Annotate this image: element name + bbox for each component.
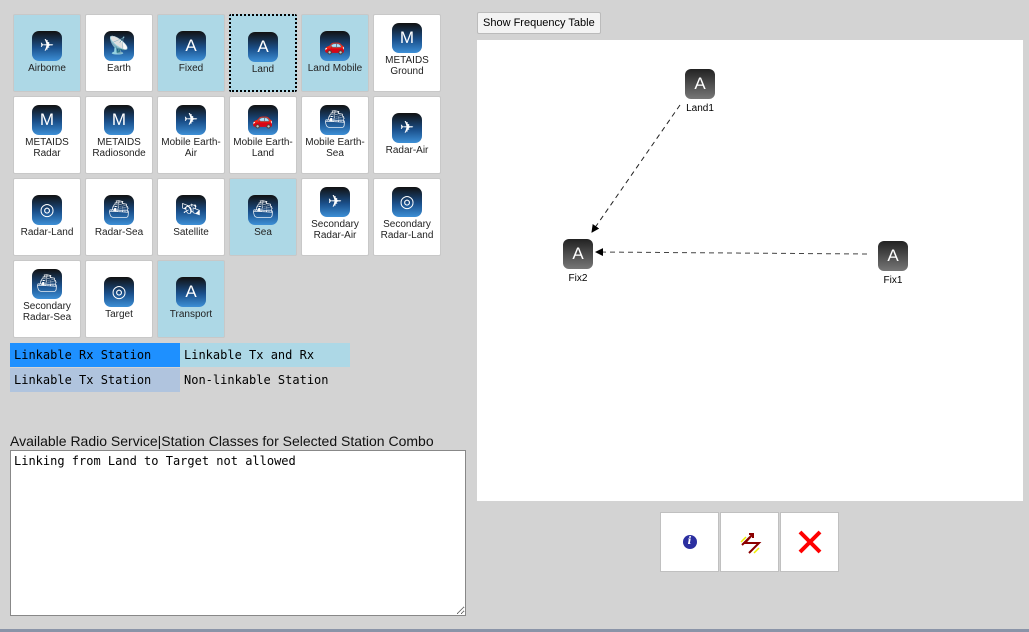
- station-earth[interactable]: 📡 Earth: [85, 14, 153, 92]
- mobile-earth-land-icon: 🚗: [248, 105, 278, 135]
- station-mobile-earth-sea[interactable]: ⛴ Mobile Earth-Sea: [301, 96, 369, 174]
- link-button[interactable]: [720, 512, 779, 572]
- station-label: Sea: [254, 227, 272, 238]
- station-land[interactable]: A Land: [229, 14, 297, 92]
- node-fix2[interactable]: A Fix2: [553, 239, 603, 284]
- secondary-radar-air-icon: ✈: [320, 187, 350, 217]
- station-label: Radar-Land: [20, 227, 74, 238]
- fixed-station-icon: A: [878, 241, 908, 271]
- station-land-mobile[interactable]: 🚗 Land Mobile: [301, 14, 369, 92]
- station-mobile-earth-land[interactable]: 🚗 Mobile Earth-Land: [229, 96, 297, 174]
- secondary-radar-sea-icon: ⛴: [32, 269, 62, 299]
- link-lightning-icon: [739, 533, 761, 554]
- secondary-radar-land-icon: ◎: [392, 187, 422, 217]
- radar-air-icon: ✈: [392, 113, 422, 143]
- station-label: Secondary Radar-Land: [380, 219, 434, 241]
- station-label: Target: [105, 309, 133, 320]
- mobile-earth-sea-icon: ⛴: [320, 105, 350, 135]
- mobile-earth-air-icon: ✈: [176, 105, 206, 135]
- target-icon: ◎: [104, 277, 134, 307]
- legend-linkable-tx: Linkable Tx Station: [10, 368, 180, 392]
- services-textarea[interactable]: Linking from Land to Target not allowed: [10, 450, 466, 616]
- legend-non-linkable: Non-linkable Station: [180, 368, 350, 392]
- station-label: Satellite: [173, 227, 209, 238]
- station-label: Secondary Radar-Air: [311, 219, 359, 241]
- station-label: Mobile Earth-Sea: [305, 137, 365, 159]
- station-metaids-radar[interactable]: M METAIDS Radar: [13, 96, 81, 174]
- metaids-ground-icon: M: [392, 23, 422, 53]
- station-label: Airborne: [28, 63, 66, 74]
- airplane-icon: ✈: [32, 31, 62, 61]
- link-fix1-fix2[interactable]: [595, 248, 868, 257]
- station-transport[interactable]: A Transport: [157, 260, 225, 338]
- land-station-icon: A: [685, 69, 715, 99]
- station-satellite[interactable]: 🛰 Satellite: [157, 178, 225, 256]
- station-label: METAIDS Ground: [385, 55, 429, 77]
- station-label: Mobile Earth-Air: [161, 137, 221, 159]
- station-secondary-radar-land[interactable]: ◎ Secondary Radar-Land: [373, 178, 441, 256]
- station-label: Fixed: [178, 63, 204, 74]
- station-airborne[interactable]: ✈ Airborne: [13, 14, 81, 92]
- station-label: Land: [251, 64, 275, 75]
- station-radar-air[interactable]: ✈ Radar-Air: [373, 96, 441, 174]
- close-icon: [798, 530, 821, 554]
- land-station-icon: A: [248, 32, 278, 62]
- link-land1-fix2[interactable]: [591, 104, 681, 233]
- node-label: Fix1: [883, 275, 903, 286]
- station-label: Earth: [107, 63, 131, 74]
- station-label: Land Mobile: [307, 63, 363, 74]
- show-frequency-table-button[interactable]: Show Frequency Table: [477, 12, 601, 34]
- legend-linkable-tx-rx: Linkable Tx and Rx: [180, 343, 350, 367]
- station-label: Radar-Air: [385, 145, 429, 156]
- station-mobile-earth-air[interactable]: ✈ Mobile Earth-Air: [157, 96, 225, 174]
- station-sea[interactable]: ⛴ Sea: [229, 178, 297, 256]
- satellite-dish-icon: 📡: [104, 31, 134, 61]
- legend-linkable-rx: Linkable Rx Station: [10, 343, 180, 367]
- station-label: METAIDS Radiosonde: [92, 137, 146, 159]
- ship-icon: ⛴: [248, 195, 278, 225]
- node-land1[interactable]: A Land1: [675, 69, 725, 114]
- link-diagram-canvas[interactable]: A Land1 A Fix2 A Fix1: [477, 40, 1023, 501]
- services-label: Available Radio Service|Station Classes …: [10, 433, 434, 449]
- info-button[interactable]: i: [660, 512, 719, 572]
- station-secondary-radar-sea[interactable]: ⛴ Secondary Radar-Sea: [13, 260, 81, 338]
- station-target[interactable]: ◎ Target: [85, 260, 153, 338]
- node-fix1[interactable]: A Fix1: [868, 241, 918, 286]
- radar-sea-icon: ⛴: [104, 195, 134, 225]
- station-metaids-ground[interactable]: M METAIDS Ground: [373, 14, 441, 92]
- metaids-radar-icon: M: [32, 105, 62, 135]
- node-label: Fix2: [568, 273, 588, 284]
- station-label: METAIDS Radar: [25, 137, 69, 159]
- station-secondary-radar-air[interactable]: ✈ Secondary Radar-Air: [301, 178, 369, 256]
- node-label: Land1: [686, 103, 714, 114]
- info-icon: i: [682, 535, 697, 549]
- station-radar-sea[interactable]: ⛴ Radar-Sea: [85, 178, 153, 256]
- station-label: Secondary Radar-Sea: [22, 301, 72, 323]
- station-label: Mobile Earth-Land: [233, 137, 293, 159]
- fixed-station-icon: A: [563, 239, 593, 269]
- delete-button[interactable]: [780, 512, 839, 572]
- transport-icon: A: [176, 277, 206, 307]
- radar-land-icon: ◎: [32, 195, 62, 225]
- car-icon: 🚗: [320, 31, 350, 61]
- station-radar-land[interactable]: ◎ Radar-Land: [13, 178, 81, 256]
- station-label: Transport: [169, 309, 213, 320]
- station-metaids-radiosonde[interactable]: M METAIDS Radiosonde: [85, 96, 153, 174]
- balloon-icon: M: [104, 105, 134, 135]
- satellite-icon: 🛰: [176, 195, 206, 225]
- station-label: Radar-Sea: [94, 227, 144, 238]
- station-fixed[interactable]: A Fixed: [157, 14, 225, 92]
- antenna-tower-icon: A: [176, 31, 206, 61]
